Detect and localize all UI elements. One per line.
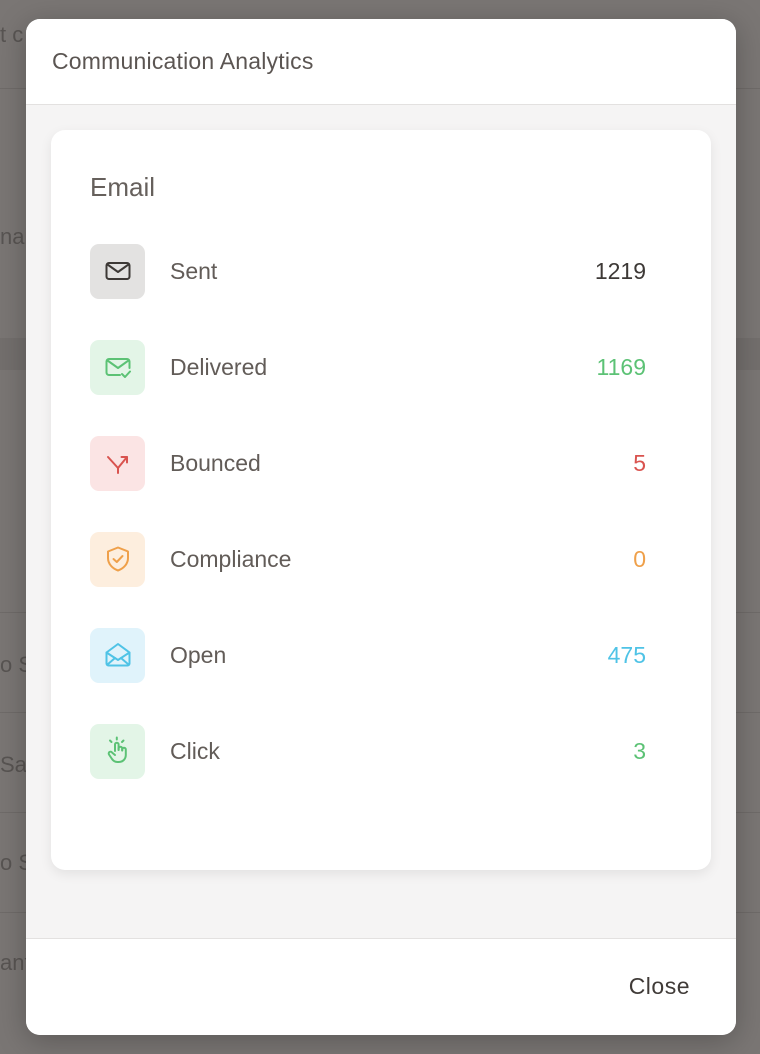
stat-row-open: Open 475	[90, 627, 646, 683]
modal-title: Communication Analytics	[52, 48, 314, 74]
mail-open-icon	[90, 627, 145, 683]
modal-body[interactable]: Email Sent 1219 Delivered 1169 Bounced 5…	[26, 105, 736, 938]
bounce-arrow-icon	[90, 435, 145, 491]
background-text: nai	[0, 224, 30, 249]
mail-icon	[90, 243, 145, 299]
stat-label: Click	[170, 737, 220, 764]
stat-value: 1169	[596, 353, 646, 380]
stat-value: 5	[633, 449, 646, 476]
stat-label: Sent	[170, 257, 218, 284]
background-text: t c	[0, 22, 24, 47]
stat-label: Bounced	[170, 449, 261, 476]
background-text: Sa	[0, 752, 27, 777]
stat-value: 0	[633, 545, 646, 572]
modal-footer: Close	[26, 938, 736, 1035]
stat-label: Open	[170, 641, 227, 668]
stat-row-delivered: Delivered 1169	[90, 339, 646, 395]
shield-check-icon	[90, 531, 145, 587]
stat-label: Delivered	[170, 353, 268, 380]
close-button[interactable]: Close	[607, 969, 712, 1004]
stat-value: 475	[607, 641, 646, 668]
modal-header: Communication Analytics	[26, 19, 736, 105]
hand-pointer-icon	[90, 723, 145, 779]
stat-value: 1219	[594, 257, 646, 284]
email-card-title: Email	[90, 172, 156, 202]
stat-row-click: Click 3	[90, 723, 646, 779]
stat-row-compliance: Compliance 0	[90, 531, 646, 587]
mail-check-icon	[90, 339, 145, 395]
stat-label: Compliance	[170, 545, 292, 572]
stat-row-sent: Sent 1219	[90, 243, 646, 299]
email-card: Email Sent 1219 Delivered 1169 Bounced 5…	[51, 130, 711, 870]
analytics-modal: Communication Analytics Email Sent 1219	[26, 19, 736, 1035]
stat-row-bounced: Bounced 5	[90, 435, 646, 491]
stat-value: 3	[633, 737, 646, 764]
email-stats-list: Sent 1219 Delivered 1169 Bounced 5 Compl…	[90, 243, 646, 819]
